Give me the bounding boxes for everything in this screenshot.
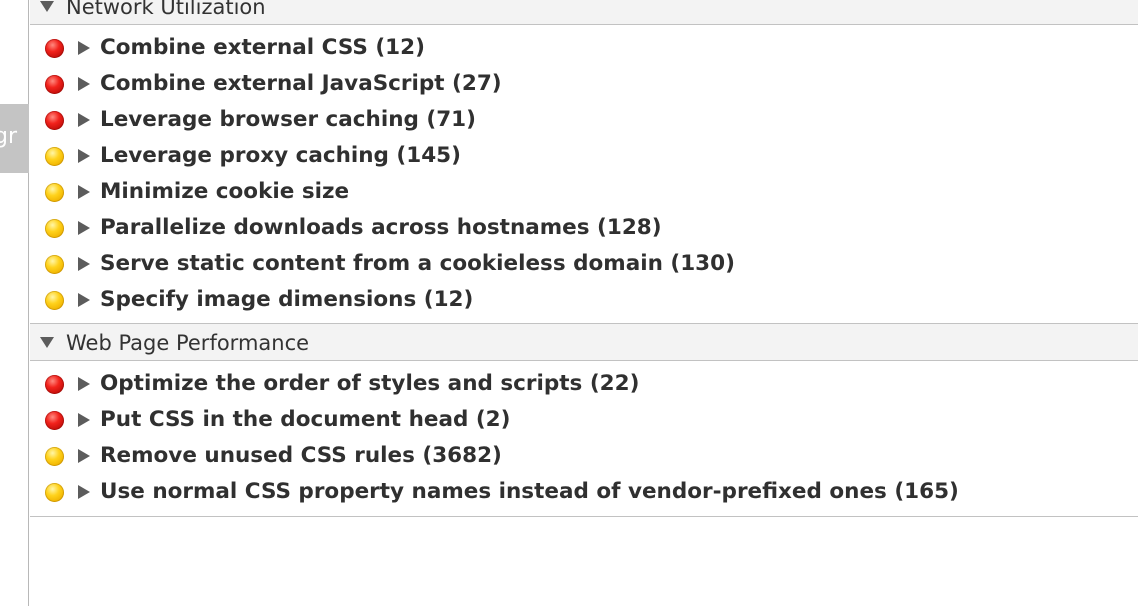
yellow-circle-icon	[45, 147, 64, 166]
rule-row[interactable]: Leverage proxy caching (145)	[30, 139, 1138, 175]
side-tab-label: gr	[0, 124, 18, 149]
rule-label: Leverage browser caching (71)	[100, 107, 476, 132]
triangle-right-icon[interactable]	[78, 257, 90, 271]
triangle-right-icon[interactable]	[78, 221, 90, 235]
rule-row[interactable]: Combine external JavaScript (27)	[30, 67, 1138, 103]
rule-row[interactable]: Put CSS in the document head (2)	[30, 403, 1138, 439]
rule-row[interactable]: Specify image dimensions (12)	[30, 283, 1138, 319]
triangle-right-icon[interactable]	[78, 149, 90, 163]
section-header-web-page-performance[interactable]: Web Page Performance	[30, 323, 1138, 361]
audit-results-panel: Network Utilization Combine external CSS…	[30, 0, 1138, 606]
rule-row[interactable]: Combine external CSS (12)	[30, 31, 1138, 67]
triangle-right-icon[interactable]	[78, 449, 90, 463]
triangle-right-icon[interactable]	[78, 77, 90, 91]
rule-label: Put CSS in the document head (2)	[100, 407, 511, 432]
side-tab[interactable]: gr	[0, 104, 29, 173]
rule-label: Minimize cookie size	[100, 179, 350, 204]
rule-label: Optimize the order of styles and scripts…	[100, 371, 640, 396]
yellow-circle-icon	[45, 483, 64, 502]
section-title: Web Page Performance	[66, 331, 310, 355]
rule-label: Combine external CSS (12)	[100, 35, 425, 60]
list-bottom-divider	[30, 516, 1138, 517]
triangle-right-icon[interactable]	[78, 413, 90, 427]
triangle-right-icon[interactable]	[78, 377, 90, 391]
red-circle-icon	[45, 411, 64, 430]
rule-label: Specify image dimensions (12)	[100, 287, 474, 312]
rule-label: Remove unused CSS rules (3682)	[100, 443, 502, 468]
left-gutter	[0, 0, 29, 606]
rule-label: Serve static content from a cookieless d…	[100, 251, 735, 276]
rule-row[interactable]: Minimize cookie size	[30, 175, 1138, 211]
triangle-down-icon[interactable]	[40, 1, 54, 12]
triangle-right-icon[interactable]	[78, 41, 90, 55]
red-circle-icon	[45, 39, 64, 58]
yellow-circle-icon	[45, 255, 64, 274]
red-circle-icon	[45, 75, 64, 94]
yellow-circle-icon	[45, 447, 64, 466]
rule-row[interactable]: Remove unused CSS rules (3682)	[30, 439, 1138, 475]
triangle-down-icon[interactable]	[40, 337, 54, 348]
rule-row[interactable]: Use normal CSS property names instead of…	[30, 475, 1138, 511]
yellow-circle-icon	[45, 183, 64, 202]
section-title: Network Utilization	[66, 0, 266, 19]
triangle-right-icon[interactable]	[78, 293, 90, 307]
rule-label: Parallelize downloads across hostnames (…	[100, 215, 662, 240]
rule-label: Combine external JavaScript (27)	[100, 71, 502, 96]
rule-row[interactable]: Serve static content from a cookieless d…	[30, 247, 1138, 283]
triangle-right-icon[interactable]	[78, 113, 90, 127]
yellow-circle-icon	[45, 291, 64, 310]
red-circle-icon	[45, 375, 64, 394]
rule-label: Leverage proxy caching (145)	[100, 143, 461, 168]
rule-row[interactable]: Optimize the order of styles and scripts…	[30, 367, 1138, 403]
red-circle-icon	[45, 111, 64, 130]
rule-row[interactable]: Leverage browser caching (71)	[30, 103, 1138, 139]
triangle-right-icon[interactable]	[78, 485, 90, 499]
section-header-network-utilization[interactable]: Network Utilization	[30, 0, 1138, 25]
yellow-circle-icon	[45, 219, 64, 238]
rule-row[interactable]: Parallelize downloads across hostnames (…	[30, 211, 1138, 247]
rule-label: Use normal CSS property names instead of…	[100, 479, 959, 504]
triangle-right-icon[interactable]	[78, 185, 90, 199]
